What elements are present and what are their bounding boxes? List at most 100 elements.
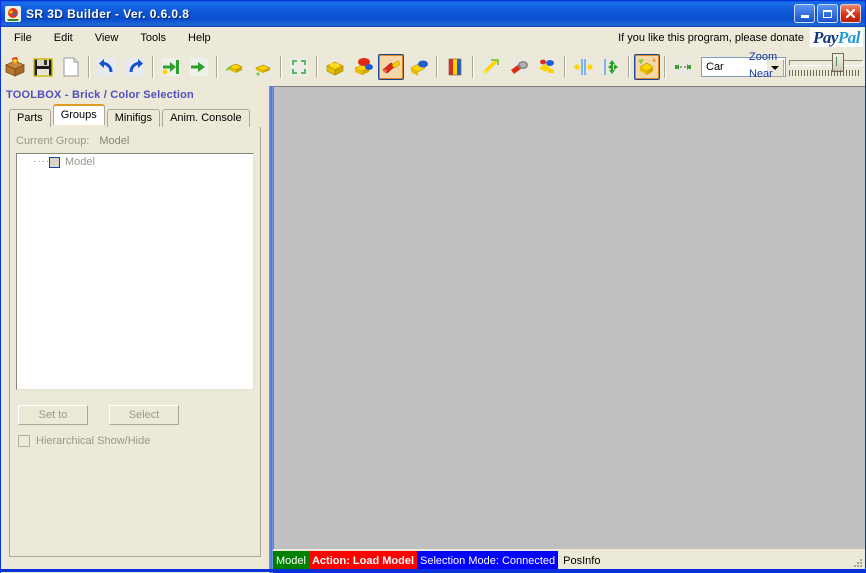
brick-remove-icon <box>254 58 272 76</box>
new-model-button[interactable] <box>58 54 84 80</box>
menu-item-file[interactable]: File <box>5 30 41 46</box>
current-group-label: Current Group: <box>16 135 90 147</box>
open-model-button[interactable] <box>2 54 28 80</box>
toolbar-separator <box>628 56 630 78</box>
tab-anim-console[interactable]: Anim. Console <box>162 109 250 127</box>
toolbar-separator <box>88 56 90 78</box>
close-icon <box>845 8 856 19</box>
motor-button[interactable] <box>506 54 532 80</box>
redo-button[interactable] <box>122 54 148 80</box>
mirror-button[interactable] <box>570 54 596 80</box>
status-selection-mode: Selection Mode: Connected <box>417 551 559 570</box>
application-window: SR 3D Builder - Ver. 0.6.0.8 File Edit V… <box>0 0 866 573</box>
color-flag-icon <box>448 58 462 76</box>
remove-brick-button[interactable] <box>250 54 276 80</box>
maximize-button[interactable] <box>817 4 838 23</box>
paypal-text-pay: Pay <box>812 28 838 47</box>
menu-item-help[interactable]: Help <box>179 30 220 46</box>
select-connected-button[interactable] <box>634 54 660 80</box>
current-group-field[interactable]: Model <box>95 133 254 149</box>
toolbar-separator <box>280 56 282 78</box>
flag-color-button[interactable] <box>442 54 468 80</box>
status-model: Model <box>273 551 309 570</box>
zoom-slider-track[interactable] <box>789 60 863 66</box>
paypal-button[interactable]: PayPal <box>809 28 863 47</box>
menu-item-view[interactable]: View <box>86 30 128 46</box>
blue-yellow-brick-icon <box>410 60 428 76</box>
title-bar: SR 3D Builder - Ver. 0.6.0.8 <box>1 1 865 27</box>
current-group-row: Current Group: Model <box>16 133 254 149</box>
toolbox-header: TOOLBOX - Brick / Color Selection <box>6 89 194 101</box>
resize-grip[interactable] <box>852 557 864 569</box>
color-brick-button[interactable] <box>350 54 376 80</box>
save-model-button[interactable] <box>30 54 56 80</box>
floppy-disk-icon <box>33 58 53 77</box>
tab-groups[interactable]: Groups <box>52 104 105 125</box>
connect-brick-button[interactable] <box>378 54 404 80</box>
hierarchical-row[interactable]: Hierarchical Show/Hide <box>18 435 150 447</box>
toolbar-separator <box>316 56 318 78</box>
menu-item-tools[interactable]: Tools <box>131 30 175 46</box>
blue-brick-button[interactable] <box>406 54 432 80</box>
tree-connector-icon: ···· <box>33 156 51 167</box>
insert-before-button[interactable] <box>158 54 184 80</box>
move-cross-icon <box>602 58 620 76</box>
donate-area: If you like this program, please donate … <box>618 27 863 48</box>
mirror-icon <box>574 58 593 76</box>
red-brick-icon <box>354 58 373 75</box>
status-action: Action: Load Model <box>308 551 418 570</box>
tree-item-model[interactable]: ···· Model <box>17 154 253 170</box>
tab-parts[interactable]: Parts <box>9 109 51 127</box>
rotate-ccw-button[interactable] <box>286 54 312 80</box>
toolbar-separator <box>564 56 566 78</box>
tree-item-checkbox[interactable] <box>49 156 60 168</box>
brick-add-icon <box>226 58 244 76</box>
zoom-label: Zoom <box>749 51 778 63</box>
donate-text: If you like this program, please donate <box>618 31 804 44</box>
undo-button[interactable] <box>94 54 120 80</box>
rotate-arrows-icon <box>290 58 308 76</box>
blank-page-icon <box>63 57 79 77</box>
groups-tree[interactable]: ···· Model <box>16 153 254 390</box>
window-bottom-edge <box>1 569 865 572</box>
zoom-control-group: Zoom Near <box>745 48 863 86</box>
move-button[interactable] <box>598 54 624 80</box>
groups-tab-panel: Current Group: Model ···· Model Set to S… <box>9 127 261 557</box>
measure-button[interactable] <box>670 54 696 80</box>
zoom-slider-ticks <box>789 70 861 76</box>
tab-minifigs[interactable]: Minifigs <box>106 109 161 127</box>
window-title: SR 3D Builder - Ver. 0.6.0.8 <box>26 7 190 21</box>
assembly-icon <box>538 58 556 76</box>
hierarchical-label: Hierarchical Show/Hide <box>36 435 151 447</box>
toolbar-separator <box>664 56 666 78</box>
insert-after-button[interactable] <box>186 54 212 80</box>
3d-viewport[interactable] <box>273 86 865 549</box>
yellow-beam-icon <box>482 58 500 76</box>
yellow-brick-icon <box>326 61 344 76</box>
arrow-to-bar-left-icon <box>162 58 180 76</box>
assembly-button[interactable] <box>534 54 560 80</box>
toolbar-separator <box>436 56 438 78</box>
hierarchical-checkbox[interactable] <box>18 435 30 447</box>
paypal-text-pal: Pal <box>837 28 861 47</box>
measure-icon <box>674 58 692 76</box>
set-to-button[interactable]: Set to <box>18 405 88 425</box>
toolbar-separator <box>152 56 154 78</box>
group-action-buttons: Set to Select <box>18 405 250 425</box>
add-brick-button[interactable] <box>222 54 248 80</box>
menu-bar: File Edit View Tools Help If you like th… <box>1 27 865 48</box>
status-posinfo: PosInfo <box>558 551 865 570</box>
close-button[interactable] <box>840 4 861 23</box>
minimize-button[interactable] <box>794 4 815 23</box>
redo-arrow-icon <box>126 58 144 76</box>
toolbar-separator <box>216 56 218 78</box>
technic-beam-button[interactable] <box>478 54 504 80</box>
main-toolbar: Car <box>1 48 865 87</box>
brick-mode-button[interactable] <box>322 54 348 80</box>
menu-item-edit[interactable]: Edit <box>45 30 82 46</box>
open-box-icon <box>5 57 25 77</box>
motor-icon <box>510 58 528 76</box>
toolbox-tabstrip: Parts Groups Minifigs Anim. Console <box>9 104 267 127</box>
red-axle-brick-icon <box>382 60 401 74</box>
select-button[interactable]: Select <box>109 405 179 425</box>
